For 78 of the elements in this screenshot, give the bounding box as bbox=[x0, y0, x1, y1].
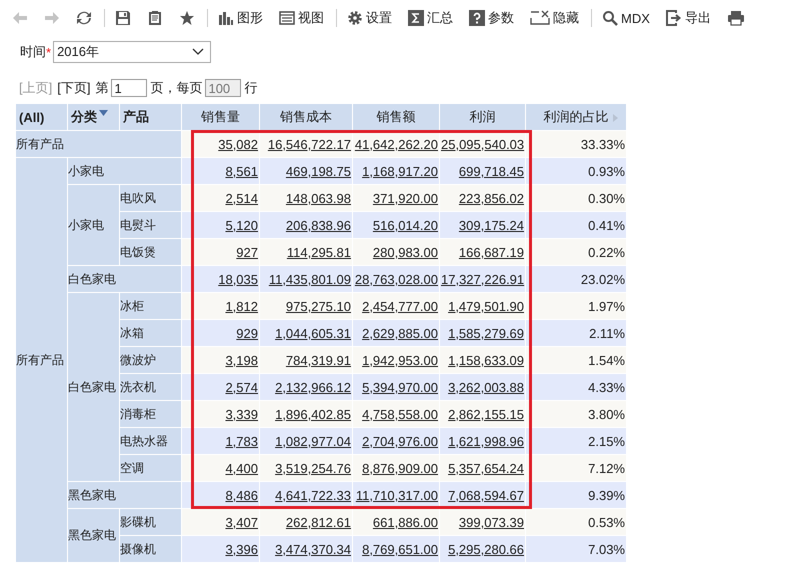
table-cell: 0.53% bbox=[526, 508, 626, 536]
row-header: 所有产品 bbox=[16, 130, 182, 158]
export-icon bbox=[666, 10, 682, 26]
column-header[interactable]: 销售成本 bbox=[260, 104, 352, 130]
column-header[interactable]: 分类 bbox=[68, 104, 120, 130]
row-header: 空调 bbox=[120, 454, 182, 482]
column-header[interactable]: 销售额 bbox=[352, 104, 440, 130]
table-cell: 0.22% bbox=[526, 238, 626, 266]
question-icon bbox=[469, 10, 485, 26]
row-group-header: 黑色家电 bbox=[68, 508, 120, 562]
column-header[interactable]: 产品 bbox=[120, 104, 182, 130]
value-link[interactable]: 929 bbox=[236, 326, 258, 340]
toolbar-button[interactable]: MDX bbox=[598, 8, 654, 28]
row-header: 消毒柜 bbox=[120, 400, 182, 428]
bar-chart-icon bbox=[218, 10, 234, 26]
row-header: 黑色家电 bbox=[68, 482, 182, 508]
star-icon bbox=[179, 10, 195, 26]
table-cell: 0.41% bbox=[526, 212, 626, 238]
table-cell: 1.97% bbox=[526, 292, 626, 320]
table-cell: 1.54% bbox=[526, 346, 626, 374]
row-header: 摄像机 bbox=[120, 536, 182, 562]
value-link[interactable]: 927 bbox=[236, 244, 258, 260]
toolbar-button[interactable]: 隐藏 bbox=[526, 7, 583, 29]
row-header: 电吹风 bbox=[120, 184, 182, 212]
table-cell: 0.93% bbox=[526, 158, 626, 184]
table-cell: 4.33% bbox=[526, 374, 626, 400]
page-input[interactable]: 1 bbox=[111, 79, 148, 97]
row-header: 冰箱 bbox=[120, 320, 182, 346]
settings-icon bbox=[347, 10, 363, 26]
table-cell: 7.03% bbox=[526, 536, 626, 562]
table-cell: 9.39% bbox=[526, 482, 626, 508]
row-header: 小家电 bbox=[68, 158, 182, 184]
toolbar-button[interactable]: 图形 bbox=[214, 7, 267, 29]
rows-label: 行 bbox=[244, 79, 258, 97]
required-mark: * bbox=[46, 44, 52, 60]
row-header: 电饭煲 bbox=[120, 238, 182, 266]
table-cell: 23.02% bbox=[526, 266, 626, 292]
page-size-label: 页，每页 bbox=[150, 79, 202, 97]
row-header: 白色家电 bbox=[68, 266, 182, 292]
document-icon bbox=[147, 10, 163, 26]
year-select[interactable]: 2016年 bbox=[53, 41, 212, 63]
row-group-header: 白色家电 bbox=[68, 292, 120, 482]
field-label: 时间 bbox=[20, 43, 46, 61]
column-header[interactable]: 销售量 bbox=[182, 104, 260, 130]
search-icon bbox=[602, 10, 618, 26]
save-icon bbox=[115, 10, 131, 26]
table-cell: 3.80% bbox=[526, 400, 626, 428]
forward-arrow-icon bbox=[44, 11, 60, 25]
page-label: 第 bbox=[95, 79, 108, 97]
table-cell: 2.15% bbox=[526, 428, 626, 454]
column-header[interactable]: 利润 bbox=[440, 104, 526, 130]
hide-columns-icon bbox=[530, 10, 550, 26]
window-icon bbox=[279, 10, 295, 26]
table-cell: 2.11% bbox=[526, 320, 626, 346]
row-header: 影碟机 bbox=[120, 508, 182, 536]
row-header: 冰柜 bbox=[120, 292, 182, 320]
table-cell: 33.33% bbox=[526, 130, 626, 158]
back-arrow-icon bbox=[12, 11, 28, 25]
toolbar-button[interactable]: 参数 bbox=[465, 7, 518, 29]
printer-icon bbox=[726, 10, 745, 26]
toolbar-button[interactable]: 汇总 bbox=[404, 7, 457, 29]
row-group-header: 所有产品 bbox=[16, 158, 68, 562]
table-cell: 0.30% bbox=[526, 184, 626, 212]
table-cell: 7.12% bbox=[526, 454, 626, 482]
chevron-down-icon bbox=[192, 48, 204, 56]
next-page-link[interactable]: [下页] bbox=[57, 79, 90, 97]
refresh-icon bbox=[76, 10, 92, 26]
sigma-icon bbox=[408, 10, 424, 26]
toolbar-button[interactable]: 设置 bbox=[343, 7, 396, 29]
column-header[interactable]: (All) bbox=[16, 104, 68, 130]
row-group-header: 小家电 bbox=[68, 184, 120, 266]
row-header: 电热水器 bbox=[120, 428, 182, 454]
toolbar-button[interactable]: 导出 bbox=[662, 7, 715, 29]
row-header: 洗衣机 bbox=[120, 374, 182, 400]
toolbar-button[interactable]: 视图 bbox=[275, 7, 328, 29]
row-header: 微波炉 bbox=[120, 346, 182, 374]
row-header: 电熨斗 bbox=[120, 212, 182, 238]
column-header[interactable]: 利润的占比 bbox=[526, 104, 626, 130]
